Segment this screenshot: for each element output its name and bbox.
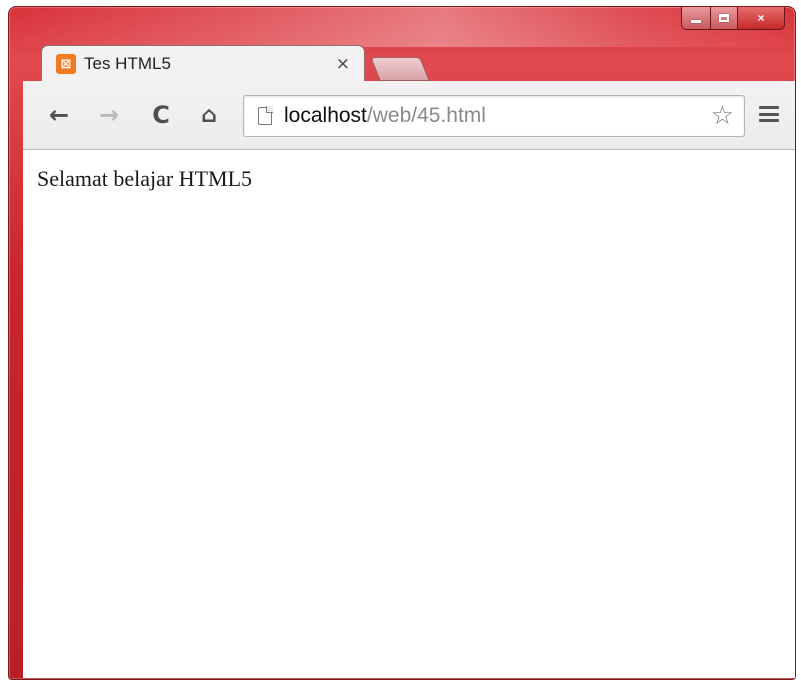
url-text[interactable]: localhost/web/45.html (284, 104, 711, 128)
tab-close-button[interactable]: × (336, 54, 350, 74)
url-path: /web/45.html (366, 104, 486, 127)
address-bar[interactable]: localhost/web/45.html ☆ (243, 95, 745, 137)
home-icon: ⌂ (201, 102, 217, 128)
close-window-button[interactable]: × (738, 7, 785, 30)
menu-button[interactable] (759, 103, 779, 125)
hamburger-icon-bar-2 (759, 112, 779, 116)
hamburger-icon-bar-1 (759, 106, 779, 109)
reload-button[interactable]: C (147, 101, 175, 129)
maximize-icon (719, 14, 729, 22)
browser-toolbar: ← → C ⌂ localhost/web/45.html ☆ (23, 81, 795, 150)
back-arrow-icon: ← (48, 101, 70, 129)
back-button[interactable]: ← (45, 101, 73, 129)
page-body-text: Selamat belajar HTML5 (37, 166, 253, 191)
bookmark-star-icon[interactable]: ☆ (711, 101, 734, 131)
reload-icon: C (152, 101, 170, 129)
home-button[interactable]: ⌂ (195, 101, 223, 129)
forward-button[interactable]: → (95, 101, 123, 129)
hamburger-icon-bar-3 (759, 119, 779, 122)
url-host: localhost (284, 104, 367, 127)
browser-window: × ⊠ Tes HTML5 × ← → C ⌂ localhost/web/45… (8, 6, 796, 680)
window-controls: × (681, 7, 785, 30)
tab-tes-html5[interactable]: ⊠ Tes HTML5 × (41, 45, 365, 82)
page-icon (258, 106, 273, 125)
close-icon: × (757, 11, 765, 25)
forward-arrow-icon: → (98, 101, 120, 129)
minimize-button[interactable] (681, 7, 711, 30)
page-viewport: Selamat belajar HTML5 (23, 150, 795, 678)
tab-title: Tes HTML5 (84, 54, 171, 73)
minimize-icon (691, 19, 701, 23)
maximize-button[interactable] (711, 7, 738, 30)
new-tab-button[interactable] (370, 57, 430, 81)
xampp-icon: ⊠ (56, 54, 76, 74)
